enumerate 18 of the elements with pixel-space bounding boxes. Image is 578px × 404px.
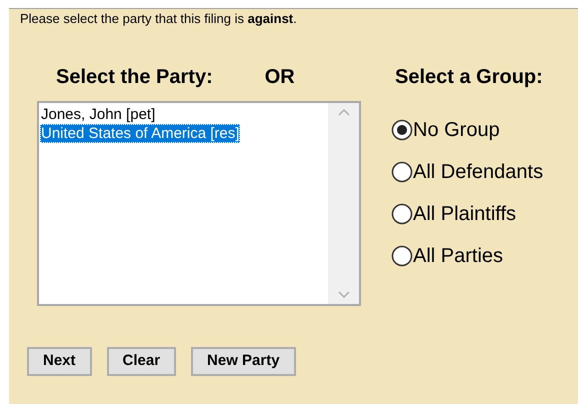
form-button[interactable]: Next <box>27 347 92 376</box>
party-option[interactable]: Jones, John [pet] <box>40 105 156 124</box>
party-listbox[interactable]: Jones, John [pet] United States of America [res] <box>37 101 361 306</box>
form-button[interactable]: Clear <box>106 347 176 376</box>
party-option[interactable]: United States of America [res] <box>40 124 240 143</box>
radio-button[interactable] <box>391 119 413 141</box>
radio-button[interactable] <box>391 161 413 183</box>
section-heading: Select a Group: <box>395 65 544 89</box>
radio-label[interactable]: All Parties <box>413 244 504 268</box>
section-heading: Select the Party: <box>56 65 213 89</box>
radio-label[interactable]: All Plaintiffs <box>413 202 516 226</box>
radio-button[interactable] <box>391 203 413 225</box>
form-button[interactable]: New Party <box>191 347 296 376</box>
or-label: OR <box>264 65 295 89</box>
radio-label[interactable]: All Defendants <box>413 160 544 184</box>
instruction-text: Please select the party that this filing is against. <box>20 10 297 28</box>
radio-button[interactable] <box>391 245 413 267</box>
radio-label[interactable]: No Group <box>413 118 500 142</box>
